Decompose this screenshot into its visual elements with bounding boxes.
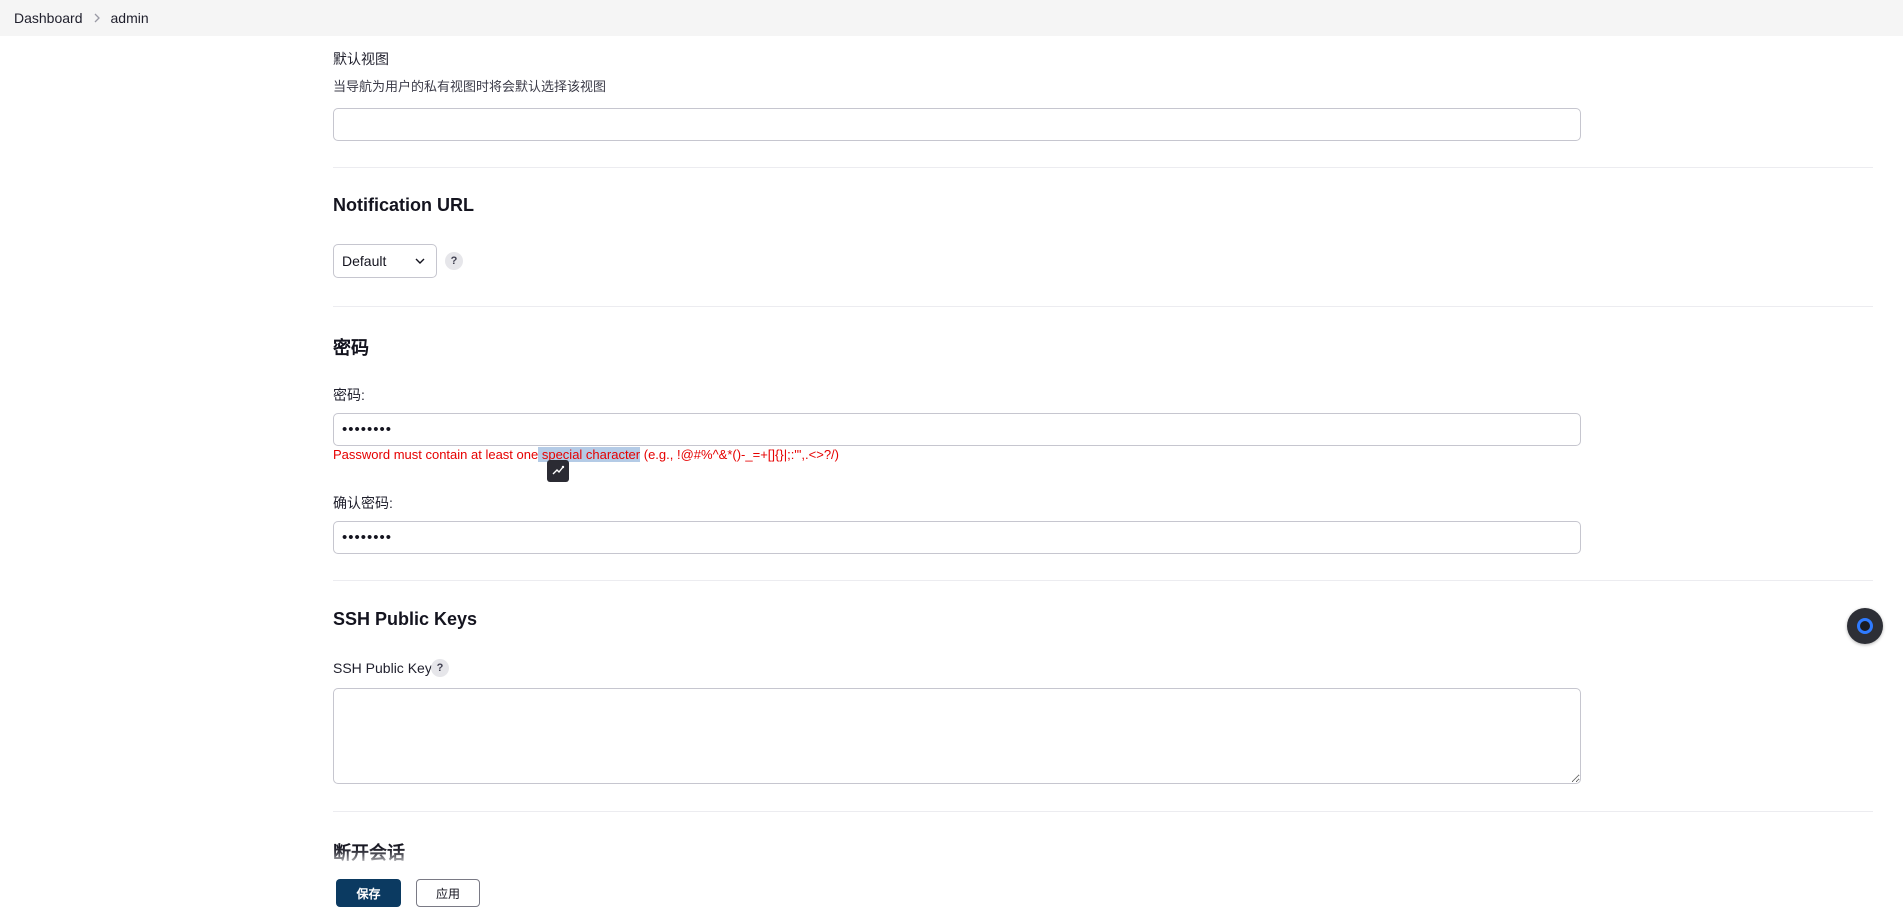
breadcrumb-dashboard[interactable]: Dashboard xyxy=(14,10,83,26)
error-text-end: (e.g., !@#%^&*()-_=+[]{}|;:'",.<>?/) xyxy=(640,447,839,462)
default-view-input[interactable] xyxy=(333,108,1581,141)
confirm-password-input[interactable] xyxy=(333,521,1581,554)
default-view-description: 当导航为用户的私有视图时将会默认选择该视图 xyxy=(333,79,607,94)
chevron-down-icon xyxy=(415,258,425,264)
ssh-keys-textarea[interactable] xyxy=(333,688,1581,784)
password-label: 密码: xyxy=(333,387,365,403)
password-input[interactable] xyxy=(333,413,1581,446)
divider xyxy=(333,306,1873,307)
divider xyxy=(333,811,1873,812)
breadcrumb-admin[interactable]: admin xyxy=(111,10,149,26)
bottom-action-bar: 保存 应用 xyxy=(0,864,1903,911)
ssh-keys-help-icon[interactable]: ? xyxy=(431,659,449,677)
default-view-label: 默认视图 xyxy=(333,51,389,67)
password-error-message: Password must contain at least one speci… xyxy=(333,447,839,462)
assistant-fab-button[interactable] xyxy=(1847,608,1883,644)
divider xyxy=(333,167,1873,168)
chevron-right-icon xyxy=(83,13,111,23)
ssh-keys-label: SSH Public Keys xyxy=(333,660,439,676)
translate-tool-icon[interactable] xyxy=(547,460,569,482)
breadcrumb: Dashboard admin xyxy=(0,0,1903,36)
ssh-section-title: SSH Public Keys xyxy=(333,609,478,629)
divider xyxy=(333,580,1873,581)
notification-url-title: Notification URL xyxy=(333,195,474,215)
password-section-title: 密码 xyxy=(333,338,369,358)
notification-url-select[interactable]: Default xyxy=(333,244,437,278)
notification-url-selected: Default xyxy=(342,253,387,269)
error-text-start: Password must contain at least one xyxy=(333,447,539,462)
confirm-password-label: 确认密码: xyxy=(333,495,393,511)
notification-url-help-icon[interactable]: ? xyxy=(445,252,463,270)
apply-button[interactable]: 应用 xyxy=(416,879,480,907)
session-section-title: 断开会话 xyxy=(333,843,405,863)
ring-icon xyxy=(1857,618,1873,634)
save-button[interactable]: 保存 xyxy=(336,879,401,907)
